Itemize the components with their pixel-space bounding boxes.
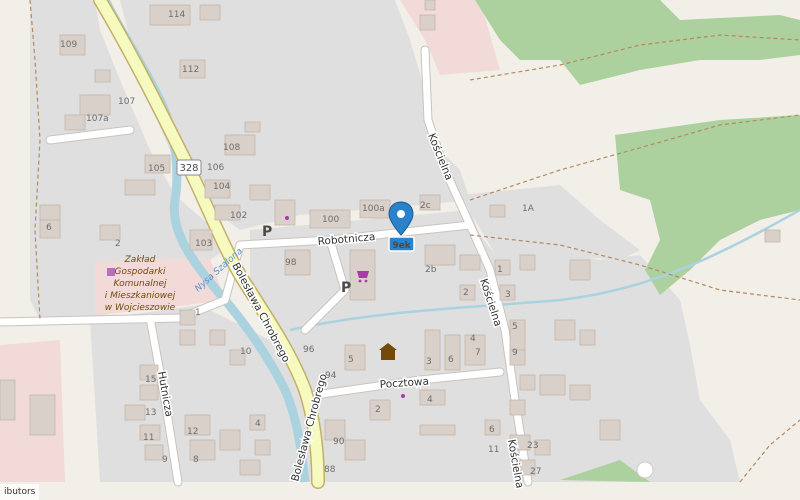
svg-text:88: 88 [324,465,336,475]
svg-text:2b: 2b [425,265,437,275]
svg-text:9: 9 [512,348,518,358]
poi-dot-icon [285,216,289,220]
svg-text:27: 27 [530,467,541,477]
svg-text:3: 3 [505,290,511,300]
svg-text:90: 90 [333,437,345,447]
marker-label-badge: 9ek [388,236,415,252]
svg-text:7: 7 [475,348,481,358]
svg-text:9: 9 [162,455,168,465]
svg-text:15: 15 [145,375,156,385]
map-attribution[interactable]: ibutors [0,484,40,500]
svg-text:12: 12 [187,427,198,437]
svg-text:94: 94 [325,371,337,381]
svg-text:11: 11 [143,433,154,443]
svg-text:1A: 1A [522,204,535,214]
svg-text:98: 98 [285,258,297,268]
svg-text:10: 10 [240,347,252,357]
svg-text:11: 11 [488,445,499,455]
svg-text:1: 1 [497,265,503,275]
svg-text:6: 6 [489,425,495,435]
svg-text:100: 100 [322,215,339,225]
svg-text:2c: 2c [420,201,431,211]
svg-text:Zakład: Zakład [124,255,156,265]
svg-text:107a: 107a [86,114,109,124]
parking-icon-1: P [262,224,272,240]
svg-text:102: 102 [230,211,247,221]
svg-text:13: 13 [145,408,156,418]
poi-dot-icon [401,394,405,398]
svg-text:Gospodarki: Gospodarki [114,267,166,277]
svg-text:w Wojcieszowie: w Wojcieszowie [105,303,176,313]
parking-icon-2: P [341,280,351,296]
svg-text:5: 5 [348,355,354,365]
svg-text:6: 6 [448,355,454,365]
svg-text:3: 3 [426,357,432,367]
svg-text:2: 2 [115,239,121,249]
svg-text:103: 103 [195,239,212,249]
svg-text:114: 114 [168,10,185,20]
svg-text:2: 2 [375,405,381,415]
road-ref-shield: 328 [176,159,202,176]
svg-text:i Mieszkaniowej: i Mieszkaniowej [105,291,176,301]
svg-text:2: 2 [463,288,469,298]
svg-text:1: 1 [195,308,201,318]
svg-text:112: 112 [182,65,199,75]
road-ref-label: 328 [179,163,198,174]
svg-text:109: 109 [60,40,77,50]
svg-text:107: 107 [118,97,135,107]
svg-text:106: 106 [207,163,224,173]
svg-text:4: 4 [470,334,476,344]
svg-text:8: 8 [193,455,199,465]
poi-circle [636,461,654,479]
svg-text:4: 4 [255,419,261,429]
svg-text:6: 6 [46,223,52,233]
marker-label: 9ek [392,241,411,251]
svg-text:23: 23 [527,441,538,451]
svg-text:4: 4 [427,395,433,405]
poi-building-icon [107,268,115,276]
svg-text:5: 5 [512,322,518,332]
svg-text:100a: 100a [362,204,385,214]
svg-text:96: 96 [303,345,315,355]
svg-text:108: 108 [223,143,240,153]
svg-text:Komunalnej: Komunalnej [113,279,167,289]
svg-text:105: 105 [148,164,165,174]
map-canvas[interactable]: 328 Robotnicza Kościelna Kościelna Kości… [0,0,800,500]
svg-text:104: 104 [213,182,230,192]
